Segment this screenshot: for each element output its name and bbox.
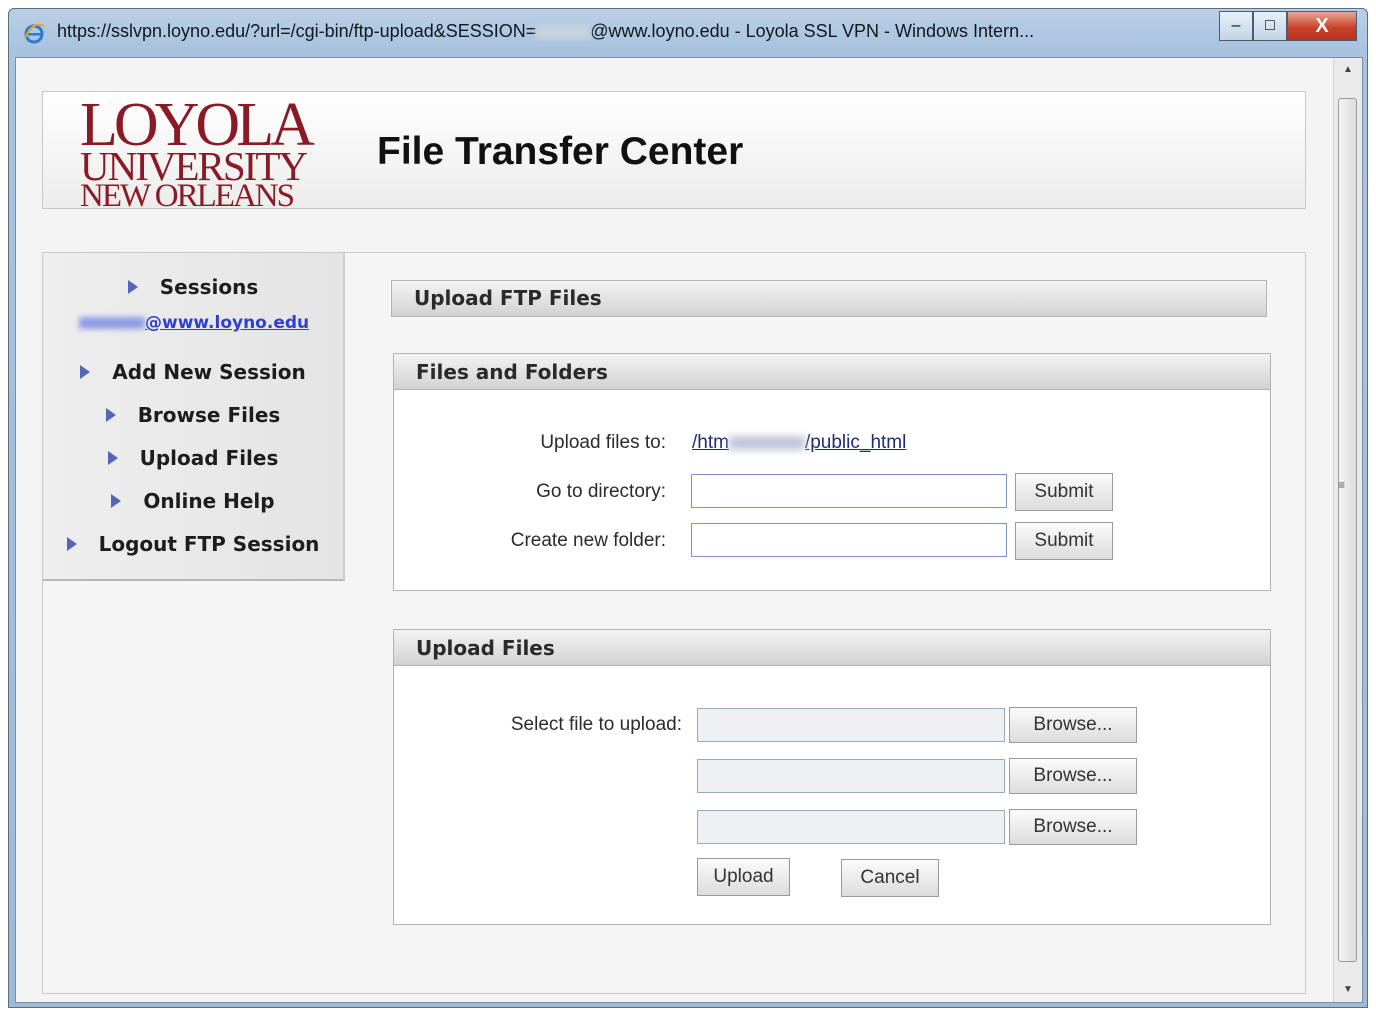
internet-explorer-icon (24, 23, 45, 44)
browser-client-area: LOYOLA UNIVERSITY NEW ORLEANS File Trans… (15, 57, 1363, 1003)
sidebar-item-label: Logout FTP Session (98, 532, 320, 556)
main-area: Sessions @www.loyno.edu Add New Session … (42, 252, 1306, 994)
goto-directory-input[interactable] (691, 474, 1007, 508)
triangle-right-icon (66, 537, 77, 551)
scrollbar-grip-icon: ≡ (1338, 478, 1346, 492)
browse-button-1[interactable]: Browse... (1009, 707, 1137, 743)
sidebar-item-add-new-session[interactable]: Add New Session (43, 358, 343, 386)
maximize-button[interactable]: □ (1253, 11, 1287, 41)
files-and-folders-panel: Files and Folders Upload files to: /htm /… (393, 353, 1271, 591)
redacted-path (728, 435, 805, 450)
browse-button-3[interactable]: Browse... (1009, 809, 1137, 845)
minimize-button[interactable]: – (1219, 11, 1253, 41)
upload-path-link[interactable]: /htm/public_html (692, 432, 906, 454)
triangle-right-icon (111, 494, 122, 508)
title-url: https://sslvpn.loyno.edu/?url=/cgi-bin/f… (57, 21, 537, 41)
scroll-down-arrow-icon[interactable]: ▼ (1334, 978, 1362, 1002)
logo-line-3: NEW ORLEANS (80, 178, 295, 214)
new-folder-submit-button[interactable]: Submit (1015, 522, 1113, 560)
title-suffix: @www.loyno.edu - Loyola SSL VPN - Window… (590, 21, 1035, 41)
session-link-text: @www.loyno.edu (145, 313, 310, 333)
triangle-right-icon (107, 451, 118, 465)
browser-window: https://sslvpn.loyno.edu/?url=/cgi-bin/f… (8, 8, 1368, 1008)
page-title: File Transfer Center (377, 130, 744, 173)
redacted-session (536, 25, 591, 40)
file-path-field-3[interactable] (697, 810, 1005, 844)
triangle-right-icon (80, 365, 91, 379)
sidebar-item-upload-files[interactable]: Upload Files (43, 444, 343, 472)
sidebar-item-label: Online Help (143, 489, 275, 513)
goto-directory-label: Go to directory: (536, 481, 666, 502)
vertical-scrollbar[interactable]: ▲ ≡ ▼ (1333, 58, 1362, 1002)
sidebar: Sessions @www.loyno.edu Add New Session … (43, 253, 345, 581)
sidebar-item-online-help[interactable]: Online Help (43, 487, 343, 515)
triangle-right-icon (127, 280, 138, 294)
goto-submit-button[interactable]: Submit (1015, 473, 1113, 511)
panel-heading: Upload FTP Files (392, 281, 1266, 316)
sidebar-item-logout-ftp-session[interactable]: Logout FTP Session (43, 530, 343, 558)
session-link[interactable]: @www.loyno.edu (79, 313, 309, 333)
redacted-username (79, 317, 145, 329)
upload-ftp-files-panel: Upload FTP Files (391, 280, 1267, 317)
triangle-right-icon (105, 408, 116, 422)
page-header: LOYOLA UNIVERSITY NEW ORLEANS File Trans… (42, 91, 1306, 213)
window-controls: – □ X (1219, 11, 1357, 43)
new-folder-label: Create new folder: (510, 530, 666, 551)
upload-button[interactable]: Upload (697, 858, 790, 896)
select-file-label: Select file to upload: (510, 714, 682, 735)
loyola-logo: LOYOLA UNIVERSITY NEW ORLEANS (80, 94, 324, 213)
page-content: LOYOLA UNIVERSITY NEW ORLEANS File Trans… (16, 58, 1334, 1002)
sidebar-item-label: Add New Session (112, 360, 306, 384)
close-icon: X (1315, 14, 1329, 37)
maximize-icon: □ (1265, 17, 1275, 34)
file-path-field-1[interactable] (697, 708, 1005, 742)
minimize-icon: – (1231, 17, 1241, 34)
sidebar-item-label: Sessions (159, 275, 259, 299)
close-button[interactable]: X (1287, 11, 1357, 41)
file-path-field-2[interactable] (697, 759, 1005, 793)
sidebar-item-browse-files[interactable]: Browse Files (43, 401, 343, 429)
sidebar-item-label: Upload Files (139, 446, 279, 470)
path-prefix: /htm (692, 432, 729, 453)
upload-to-label: Upload files to: (540, 432, 666, 453)
sidebar-item-label: Browse Files (137, 403, 281, 427)
title-bar: https://sslvpn.loyno.edu/?url=/cgi-bin/f… (9, 9, 1367, 57)
new-folder-input[interactable] (691, 523, 1007, 557)
panel-heading: Upload Files (394, 630, 1270, 666)
path-suffix: /public_html (804, 432, 907, 453)
sidebar-item-sessions[interactable]: Sessions (43, 273, 343, 301)
upload-files-panel: Upload Files Select file to upload: Brow… (393, 629, 1271, 925)
window-title: https://sslvpn.loyno.edu/?url=/cgi-bin/f… (57, 21, 1177, 42)
cancel-button[interactable]: Cancel (841, 859, 939, 897)
browse-button-2[interactable]: Browse... (1009, 758, 1137, 794)
panel-heading: Files and Folders (394, 354, 1270, 390)
scroll-up-arrow-icon[interactable]: ▲ (1334, 58, 1362, 82)
scrollbar-thumb[interactable] (1338, 98, 1357, 962)
